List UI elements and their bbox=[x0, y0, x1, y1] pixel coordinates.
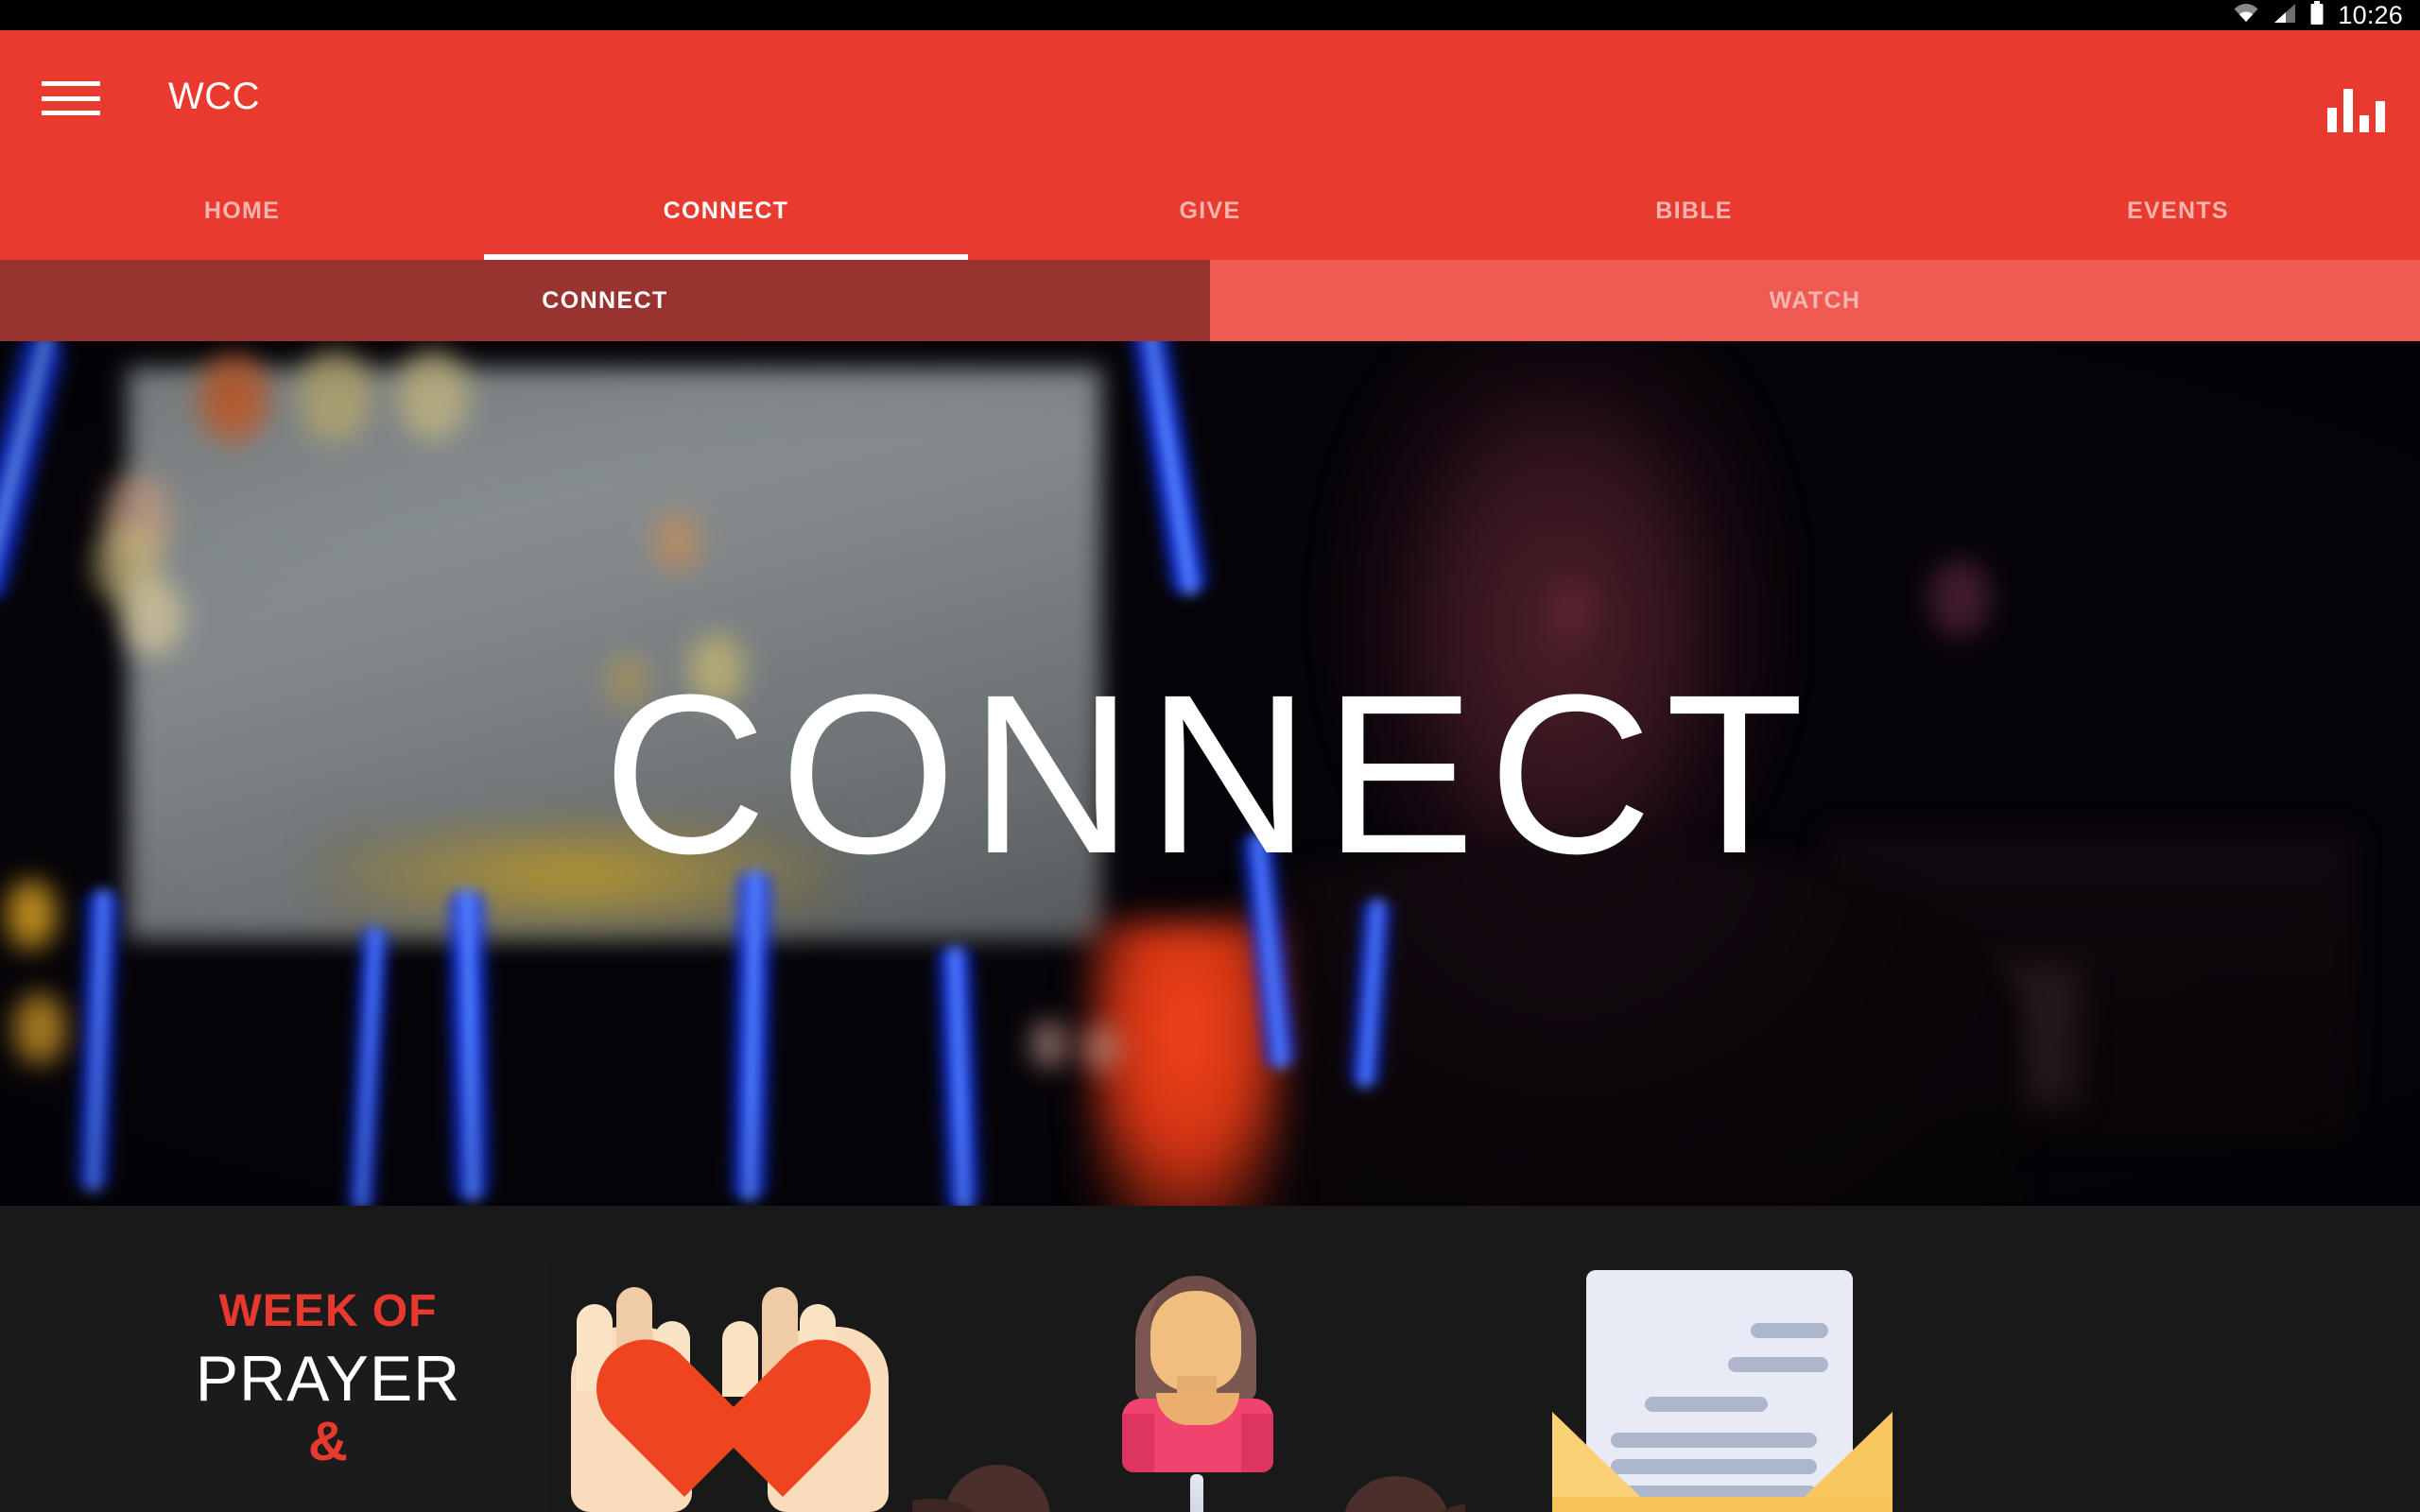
subtab-watch[interactable]: WATCH bbox=[1210, 260, 2420, 341]
tab-label: HOME bbox=[203, 198, 281, 224]
text-line bbox=[1728, 1357, 1828, 1372]
chart-bar bbox=[2342, 89, 2353, 132]
card-hands-heart[interactable] bbox=[548, 1206, 912, 1512]
hamburger-line bbox=[42, 81, 100, 86]
envelope-body bbox=[1552, 1497, 1893, 1512]
app-root: 10:26 WCC HOME CONNECT GIVE BIBLE EVENTS… bbox=[0, 0, 2420, 1512]
bar-chart-icon[interactable] bbox=[2322, 79, 2390, 132]
week-of-prayer-poster: WEEK OF PRAYER & bbox=[106, 1259, 548, 1512]
content-card-strip[interactable]: WEEK OF PRAYER & bbox=[0, 1206, 2420, 1512]
person-microphone-icon bbox=[912, 1264, 1465, 1512]
hamburger-line bbox=[42, 95, 100, 101]
tab-bible[interactable]: BIBLE bbox=[1452, 163, 1936, 260]
microphone-stand bbox=[1190, 1474, 1203, 1512]
tab-label: CONNECT bbox=[663, 198, 789, 224]
tab-home[interactable]: HOME bbox=[0, 163, 484, 260]
card-people[interactable] bbox=[912, 1206, 1465, 1512]
person-torso-shade bbox=[1122, 1414, 1154, 1472]
card-row: WEEK OF PRAYER & bbox=[0, 1206, 2420, 1512]
envelope-letter-icon bbox=[1465, 1263, 2018, 1512]
battery-icon bbox=[2309, 0, 2325, 30]
poster-line-1: WEEK OF bbox=[218, 1286, 438, 1336]
poster-line-2: PRAYER bbox=[195, 1343, 461, 1415]
chart-bar bbox=[2326, 108, 2337, 132]
text-line bbox=[1751, 1323, 1828, 1338]
cellular-signal-icon bbox=[2273, 2, 2297, 29]
sub-tab-bar: CONNECT WATCH bbox=[0, 260, 2420, 341]
subtab-label: WATCH bbox=[1769, 286, 1861, 314]
status-bar-icons bbox=[2232, 0, 2325, 30]
main-tab-bar: HOME CONNECT GIVE BIBLE EVENTS bbox=[0, 163, 2420, 260]
subtab-label: CONNECT bbox=[542, 286, 668, 314]
hero-headline: CONNECT bbox=[602, 646, 1818, 901]
tab-label: GIVE bbox=[1179, 198, 1241, 224]
heart-shape bbox=[635, 1344, 824, 1512]
hamburger-line bbox=[42, 111, 100, 115]
app-bar: WCC bbox=[0, 30, 2420, 163]
tab-label: BIBLE bbox=[1655, 198, 1733, 224]
tab-give[interactable]: GIVE bbox=[968, 163, 1452, 260]
chart-bar bbox=[2375, 101, 2385, 132]
tab-label: EVENTS bbox=[2127, 198, 2229, 224]
hands-heart-icon bbox=[548, 1266, 912, 1512]
chart-bar bbox=[2359, 115, 2369, 132]
hamburger-menu-icon[interactable] bbox=[42, 77, 100, 119]
status-bar-clock: 10:26 bbox=[2338, 1, 2403, 29]
text-line bbox=[1645, 1397, 1768, 1412]
subtab-connect[interactable]: CONNECT bbox=[0, 260, 1210, 341]
card-letter[interactable] bbox=[1465, 1206, 2018, 1512]
card-week-of-prayer[interactable]: WEEK OF PRAYER & bbox=[0, 1206, 548, 1512]
tab-events[interactable]: EVENTS bbox=[1936, 163, 2420, 260]
crowd-silhouette bbox=[1343, 1476, 1449, 1512]
poster-line-3: & bbox=[308, 1411, 348, 1472]
wifi-icon bbox=[2232, 2, 2260, 29]
person-torso-shade bbox=[1241, 1414, 1273, 1472]
tab-connect[interactable]: CONNECT bbox=[484, 163, 968, 260]
status-bar: 10:26 bbox=[0, 0, 2420, 30]
app-title: WCC bbox=[168, 76, 261, 117]
hero-banner[interactable]: CONNECT bbox=[0, 341, 2420, 1206]
card-empty-space bbox=[2018, 1206, 2420, 1512]
